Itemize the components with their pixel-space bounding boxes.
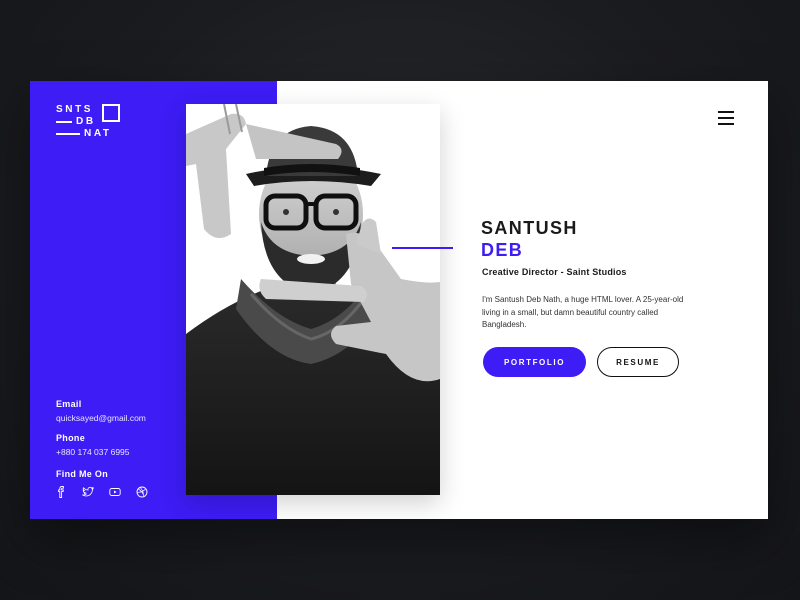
twitter-icon[interactable] [81, 485, 95, 499]
youtube-icon[interactable] [108, 485, 122, 499]
hamburger-menu-icon[interactable] [718, 111, 734, 125]
find-me-label: Find Me On [56, 469, 108, 479]
contact-email: Email quicksayed@gmail.com [56, 399, 146, 423]
resume-button[interactable]: RESUME [597, 347, 679, 377]
logo-square-icon [102, 104, 120, 122]
first-name: SANTUSH [481, 218, 578, 238]
profile-card: SNTS DB NAT Email quicksayed@gmail.com P… [30, 81, 768, 519]
facebook-icon[interactable] [54, 485, 68, 499]
social-links [54, 485, 149, 499]
email-label: Email [56, 399, 82, 409]
contact-phone: Phone +880 174 037 6995 [56, 433, 130, 457]
accent-connector-line [392, 247, 453, 249]
logo-text-line2: DB [76, 116, 96, 127]
logo-line [56, 121, 72, 123]
logo-text-line1: SNTS [56, 104, 94, 115]
bio-text: I'm Santush Deb Nath, a huge HTML lover.… [482, 295, 684, 329]
logo[interactable]: SNTS DB NAT [56, 103, 126, 143]
contact-find: Find Me On [56, 469, 108, 479]
phone-value[interactable]: +880 174 037 6995 [56, 447, 130, 457]
last-name: DEB [481, 240, 524, 260]
profile-photo [186, 104, 440, 495]
job-title: Creative Director - Saint Studios [482, 267, 627, 277]
portfolio-button[interactable]: PORTFOLIO [483, 347, 586, 377]
dribbble-icon[interactable] [135, 485, 149, 499]
phone-label: Phone [56, 433, 86, 443]
email-value[interactable]: quicksayed@gmail.com [56, 413, 146, 423]
logo-text-line3: NAT [84, 128, 112, 139]
logo-line [56, 133, 80, 135]
